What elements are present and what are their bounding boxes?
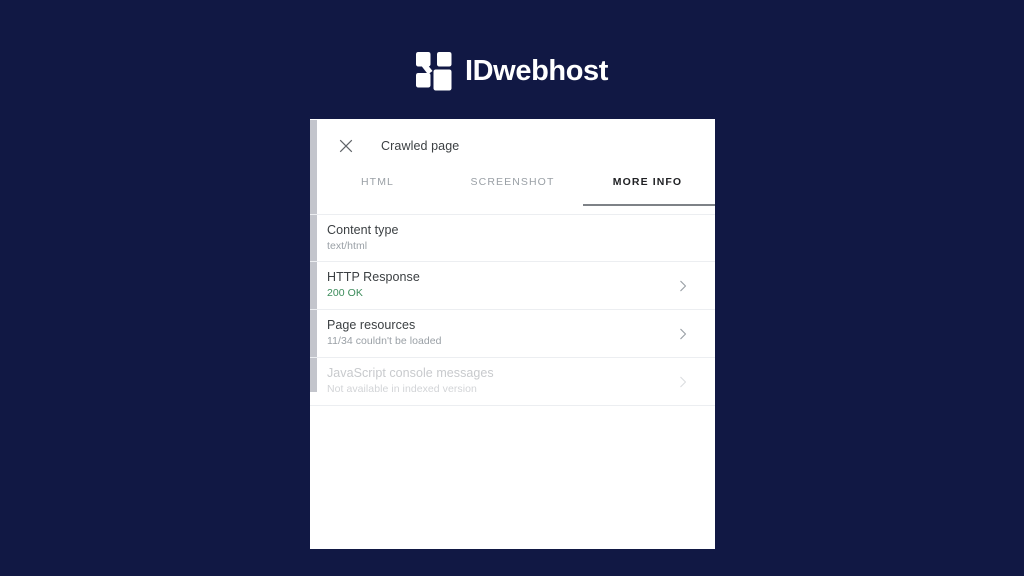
status-badge: 200 OK [327, 287, 363, 300]
row-subtitle: Not available in indexed version [327, 383, 477, 396]
table-row[interactable]: HTTP Response 200 OK [310, 262, 715, 310]
chevron-right-icon[interactable] [677, 280, 689, 292]
screenshot-root: IDwebhost Crawled page HTML SCREENSHOT M… [0, 0, 1024, 576]
row-subtitle: 11/34 couldn't be loaded [327, 335, 442, 348]
table-row[interactable]: Page resources 11/34 couldn't be loaded [310, 310, 715, 358]
detail-row-list: Content type text/html HTTP Response 200… [310, 206, 715, 406]
chevron-right-icon[interactable] [677, 328, 689, 340]
crawled-page-card: Crawled page HTML SCREENSHOT MORE INFO C… [310, 119, 715, 549]
row-title: Content type [327, 222, 399, 237]
row-title: JavaScript console messages [327, 366, 494, 381]
idwebhost-blocks-logo-icon [415, 52, 454, 91]
page-title: Crawled page [381, 139, 460, 153]
brand-lockup: IDwebhost [0, 52, 1024, 91]
table-row: JavaScript console messages Not availabl… [310, 358, 715, 406]
tab-html[interactable]: HTML [310, 173, 445, 206]
tab-more-info[interactable]: MORE INFO [580, 173, 715, 206]
brand-name: IDwebhost [464, 55, 608, 87]
tab-screenshot[interactable]: SCREENSHOT [445, 173, 580, 206]
row-title: HTTP Response [327, 270, 420, 285]
card-header: Crawled page [310, 119, 715, 173]
chevron-right-icon [677, 376, 689, 388]
row-subtitle: text/html [327, 239, 368, 252]
row-title: Page resources [327, 318, 416, 333]
active-tab-indicator [583, 204, 715, 206]
close-icon[interactable] [338, 138, 354, 154]
tab-bar: HTML SCREENSHOT MORE INFO [310, 173, 715, 206]
table-row[interactable]: Content type text/html [310, 214, 715, 262]
